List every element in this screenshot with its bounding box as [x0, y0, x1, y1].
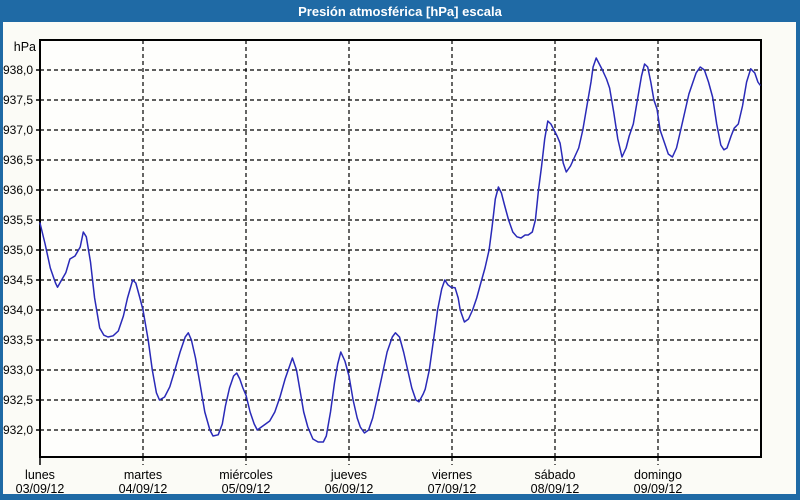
x-tick-day-label: lunes — [25, 468, 55, 482]
y-tick-label: 935,5 — [3, 213, 33, 227]
x-tick-day-label: viernes — [432, 468, 472, 482]
x-tick-date-label: 08/09/12 — [531, 482, 580, 496]
x-tick-date-label: 05/09/12 — [222, 482, 271, 496]
x-tick-day-label: domingo — [634, 468, 682, 482]
window-titlebar: Presión atmosférica [hPa] escala — [0, 0, 800, 22]
y-tick-label: 935,0 — [3, 243, 33, 257]
window-title: Presión atmosférica [hPa] escala — [298, 4, 502, 19]
y-tick-label: 934,0 — [3, 303, 33, 317]
x-tick-day-label: sábado — [534, 468, 575, 482]
x-tick-date-label: 09/09/12 — [634, 482, 683, 496]
y-tick-label: 938,0 — [3, 63, 33, 77]
y-tick-label: 932,5 — [3, 393, 33, 407]
chart-window: Presión atmosférica [hPa] escala 938,093… — [0, 0, 800, 500]
x-tick-day-label: miércoles — [219, 468, 273, 482]
plot-area — [40, 40, 761, 457]
x-tick-date-label: 07/09/12 — [428, 482, 477, 496]
y-tick-label: 932,0 — [3, 423, 33, 437]
y-axis-unit-label: hPa — [14, 40, 36, 54]
pressure-line-chart: 938,0 937,5 937,0 936,5 936,0 935,5 935,0 934,5… — [0, 22, 800, 500]
y-tick-label: 936,0 — [3, 183, 33, 197]
x-tick-date-label: 03/09/12 — [16, 482, 65, 496]
x-tick-date-label: 06/09/12 — [325, 482, 374, 496]
y-tick-label: 933,0 — [3, 363, 33, 377]
x-tick-day-label: jueves — [330, 468, 367, 482]
x-tick-day-label: martes — [124, 468, 162, 482]
x-tick-date-label: 04/09/12 — [119, 482, 168, 496]
y-tick-label: 937,0 — [3, 123, 33, 137]
y-tick-label: 933,5 — [3, 333, 33, 347]
y-tick-label: 934,5 — [3, 273, 33, 287]
y-tick-label: 937,5 — [3, 93, 33, 107]
y-tick-label: 936,5 — [3, 153, 33, 167]
